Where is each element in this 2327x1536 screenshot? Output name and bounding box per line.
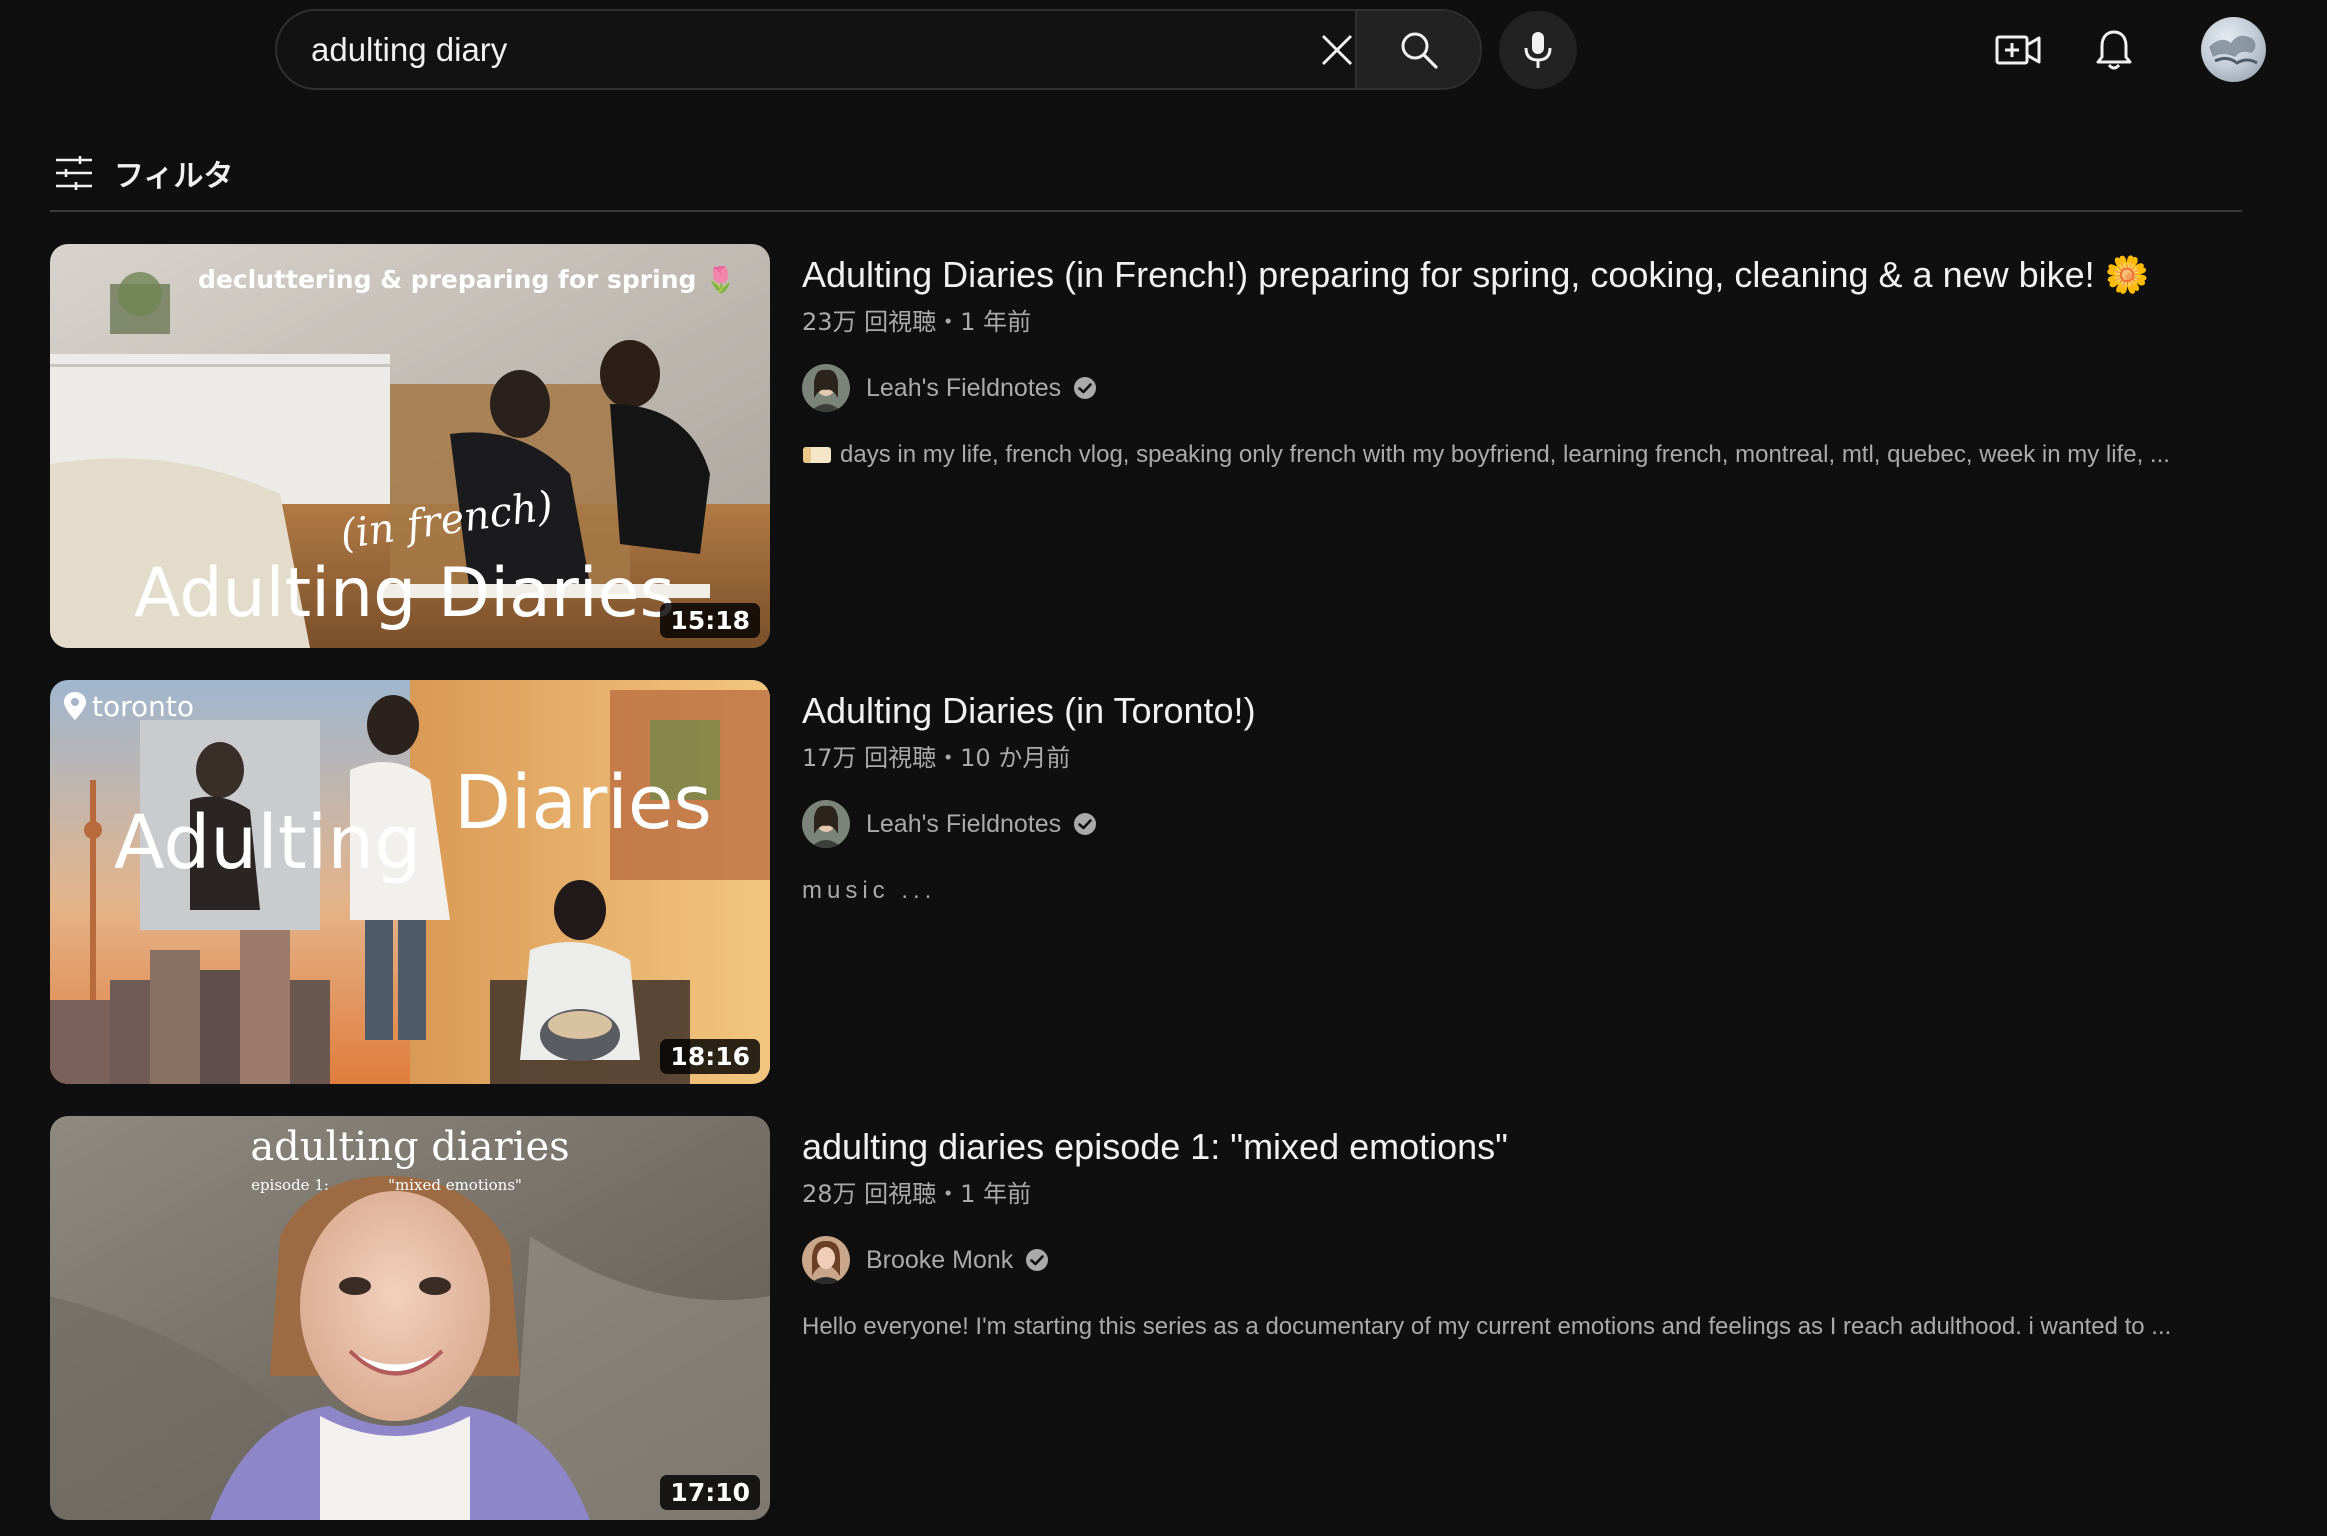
filter-label: フィルタ xyxy=(114,159,234,194)
video-thumbnail[interactable]: toronto Adulting Diaries 18:16 xyxy=(50,680,770,1084)
label-tag-icon xyxy=(803,447,831,463)
video-title[interactable]: Adulting Diaries (in French!) preparing … xyxy=(802,252,2242,298)
channel-name: Leah's Fieldnotes xyxy=(866,809,1062,838)
verified-icon xyxy=(1074,813,1097,835)
divider xyxy=(50,210,2242,212)
thumbnail-image: toronto Adulting Diaries xyxy=(50,680,770,1084)
filter-button[interactable]: フィルタ xyxy=(54,148,233,198)
thumbnail-episode-text: episode 1: xyxy=(251,1176,329,1194)
verified-icon xyxy=(1074,377,1097,399)
microphone-icon xyxy=(1524,32,1552,68)
description-text: music ... xyxy=(802,877,937,904)
channel-link[interactable]: Leah's Fieldnotes xyxy=(802,799,2242,849)
video-thumbnail[interactable]: decluttering & preparing for spring 🌷 (i… xyxy=(50,244,770,648)
channel-name: Brooke Monk xyxy=(866,1245,1014,1274)
bell-icon xyxy=(2096,30,2132,70)
thumbnail-subtitle-text: "mixed emotions" xyxy=(388,1176,522,1194)
description-text: Hello everyone! I'm starting this series… xyxy=(802,1313,2172,1340)
video-description: music ... xyxy=(802,877,2242,905)
video-meta: 23万 回視聴・1 年前 xyxy=(802,308,1032,336)
video-meta: 28万 回視聴・1 年前 xyxy=(802,1180,1032,1208)
thumbnail-main-text: Adulting Diaries xyxy=(134,554,675,633)
thumbnail-main-text: adulting diaries xyxy=(250,1124,569,1170)
video-duration: 15:18 xyxy=(660,603,760,638)
close-icon xyxy=(1321,34,1353,65)
avatar-image xyxy=(2209,35,2258,65)
thumbnail-main-right-text: Diaries xyxy=(454,760,712,846)
channel-avatar xyxy=(802,800,850,848)
video-info: Adulting Diaries (in Toronto!) 17万 回視聴・1… xyxy=(802,680,2242,905)
channel-link[interactable]: Brooke Monk xyxy=(802,1235,2242,1285)
channel-name: Leah's Fieldnotes xyxy=(866,373,1062,402)
video-title[interactable]: Adulting Diaries (in Toronto!) xyxy=(802,688,2242,734)
thumbnail-top-text: decluttering & preparing for spring 🌷 xyxy=(198,265,736,294)
thumbnail-image: decluttering & preparing for spring 🌷 (i… xyxy=(50,244,770,648)
video-result: toronto Adulting Diaries 18:16 Adulting … xyxy=(50,680,2250,1085)
video-info: Adulting Diaries (in French!) preparing … xyxy=(802,244,2242,469)
verified-icon xyxy=(1026,1249,1049,1271)
thumbnail-location-text: toronto xyxy=(92,690,194,723)
thumbnail-image: adulting diaries episode 1: "mixed emoti… xyxy=(50,1116,770,1520)
create-button[interactable] xyxy=(1990,22,2046,78)
search-button[interactable] xyxy=(1355,11,1480,88)
channel-avatar xyxy=(802,364,850,412)
video-result: adulting diaries episode 1: "mixed emoti… xyxy=(50,1116,2250,1521)
search-box xyxy=(275,9,1482,90)
video-result: decluttering & preparing for spring 🌷 (i… xyxy=(50,244,2250,649)
filter-sliders-icon xyxy=(56,156,92,190)
video-title[interactable]: adulting diaries episode 1: "mixed emoti… xyxy=(802,1124,2242,1170)
video-description: days in my life, french vlog, speaking o… xyxy=(802,441,2242,469)
video-thumbnail[interactable]: adulting diaries episode 1: "mixed emoti… xyxy=(50,1116,770,1520)
channel-link[interactable]: Leah's Fieldnotes xyxy=(802,363,2242,413)
video-duration: 17:10 xyxy=(660,1475,760,1510)
account-avatar[interactable] xyxy=(2201,17,2266,82)
notifications-button[interactable] xyxy=(2086,22,2142,78)
search-input[interactable] xyxy=(309,11,1259,88)
channel-avatar xyxy=(802,1236,850,1284)
voice-search-button[interactable] xyxy=(1499,11,1577,89)
video-description: Hello everyone! I'm starting this series… xyxy=(802,1313,2242,1341)
video-info: adulting diaries episode 1: "mixed emoti… xyxy=(802,1116,2242,1341)
video-meta: 17万 回視聴・10 か月前 xyxy=(802,744,1071,772)
search-icon xyxy=(1401,32,1438,69)
thumbnail-main-left-text: Adulting xyxy=(114,800,421,886)
description-text: days in my life, french vlog, speaking o… xyxy=(840,441,2170,468)
video-create-icon xyxy=(1995,35,2041,65)
top-bar xyxy=(0,0,2327,100)
video-duration: 18:16 xyxy=(660,1039,760,1074)
